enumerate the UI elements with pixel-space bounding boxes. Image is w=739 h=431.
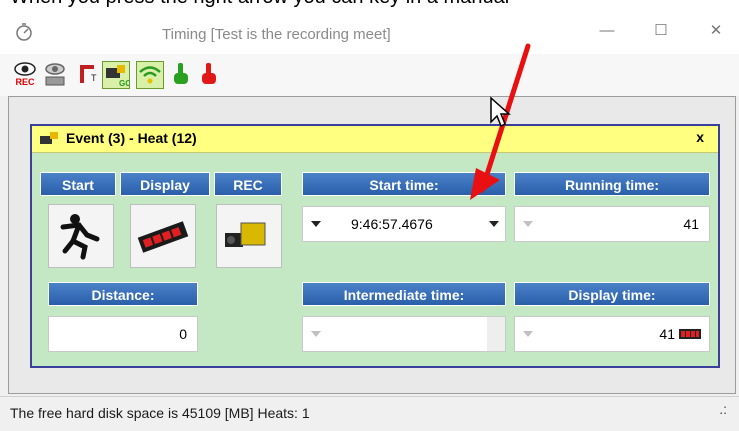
mouse-cursor-icon	[490, 96, 511, 128]
camera-record-icon	[225, 222, 266, 247]
red-hand-icon[interactable]	[196, 61, 222, 87]
display-button[interactable]	[130, 204, 196, 268]
start-time-dropdown-arrow[interactable]	[489, 221, 499, 227]
title-bar: Timing [Test is the recording meet] — ☐ …	[0, 8, 739, 54]
wifi-icon[interactable]	[136, 61, 164, 89]
camera-small-icon	[40, 132, 58, 144]
start-time-left-arrow[interactable]	[311, 221, 321, 227]
green-hand-icon[interactable]	[168, 61, 194, 87]
rec-button[interactable]	[216, 204, 282, 268]
status-text: The free hard disk space is 45109 [MB] H…	[10, 405, 310, 421]
maximize-button[interactable]: ☐	[648, 20, 674, 42]
window-title: Timing [Test is the recording meet]	[162, 26, 391, 43]
running-time-arrow[interactable]	[523, 221, 533, 227]
svg-text:T: T	[91, 73, 97, 83]
display-time-field[interactable]: 41	[514, 316, 710, 352]
rec-header: REC	[214, 172, 282, 196]
start-button[interactable]	[48, 204, 114, 268]
start-time-field[interactable]: 9:46:57.4676	[302, 206, 506, 242]
display-time-value: 41	[659, 326, 675, 342]
intermediate-time-header: Intermediate time:	[302, 282, 506, 306]
camera-icon[interactable]	[42, 61, 68, 87]
stopwatch-icon	[16, 23, 32, 41]
go-icon[interactable]: GO	[102, 61, 130, 89]
close-window-button[interactable]: ✕	[703, 20, 729, 42]
panel-close-button[interactable]: x	[696, 129, 704, 145]
timer-icon[interactable]: T	[74, 61, 100, 87]
panel-header: Event (3) - Heat (12) x	[32, 126, 718, 153]
intermediate-time-field[interactable]	[302, 316, 506, 352]
display-time-arrow[interactable]	[523, 331, 533, 337]
rec-eye-icon[interactable]: REC	[12, 61, 38, 87]
running-time-header: Running time:	[514, 172, 710, 196]
event-panel: Event (3) - Heat (12) x Start Display RE…	[30, 124, 720, 368]
minimize-button[interactable]: —	[594, 20, 620, 42]
intermediate-time-spacer	[487, 317, 505, 351]
runner-start-icon	[60, 214, 100, 260]
status-bar: The free hard disk space is 45109 [MB] H…	[0, 396, 739, 431]
led-mini-icon	[679, 329, 701, 339]
go-label: GO	[119, 79, 130, 88]
rec-label: REC	[15, 77, 35, 87]
panel-title: Event (3) - Heat (12)	[66, 130, 197, 146]
display-time-header: Display time:	[514, 282, 710, 306]
start-time-value[interactable]: 9:46:57.4676	[351, 216, 433, 232]
start-header: Start	[40, 172, 116, 196]
distance-value[interactable]: 0	[179, 326, 187, 342]
display-header: Display	[120, 172, 210, 196]
distance-field[interactable]: 0	[48, 316, 198, 352]
resize-grip[interactable]: .:	[719, 401, 727, 417]
distance-header: Distance:	[48, 282, 198, 306]
led-display-icon	[137, 221, 189, 253]
running-time-field[interactable]: 41	[514, 206, 710, 242]
intermediate-time-arrow[interactable]	[311, 331, 321, 337]
toolbar: REC T GO	[0, 54, 739, 96]
running-time-value: 41	[683, 216, 699, 232]
